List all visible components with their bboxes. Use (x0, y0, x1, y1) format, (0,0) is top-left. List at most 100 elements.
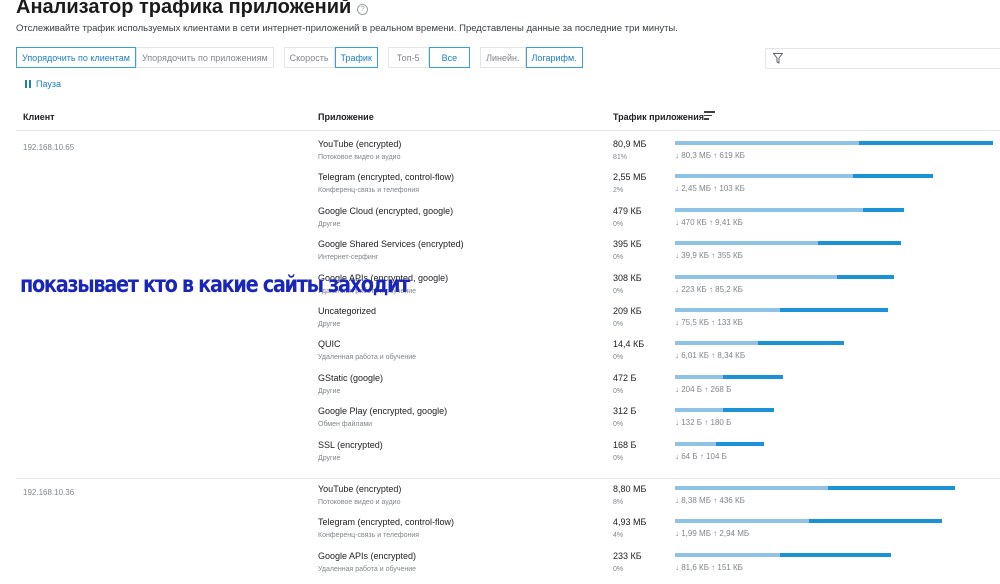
app-category: Другие (318, 321, 341, 328)
traffic-breakdown: ↓ 39,9 КБ ↑ 355 КБ (675, 251, 743, 260)
traffic-breakdown: ↓ 80,3 МБ ↑ 619 КБ (675, 151, 745, 160)
traffic-breakdown: ↓ 75,5 КБ ↑ 133 КБ (675, 318, 743, 327)
toolbar: Упорядочить по клиентам Упорядочить по п… (16, 47, 583, 68)
pause-button[interactable]: Пауза (25, 79, 61, 89)
traffic-value: 312 Б (613, 406, 637, 417)
sort-by-apps-button[interactable]: Упорядочить по приложениям (135, 47, 274, 68)
download-value: 6,01 КБ (681, 351, 709, 361)
download-bar-segment (675, 374, 723, 379)
app-name: QUIC (318, 339, 341, 350)
download-value: 75,5 КБ (681, 318, 709, 327)
app-name: Google Play (encrypted, google) (318, 406, 448, 417)
traffic-value: 472 Б (613, 372, 637, 383)
help-icon[interactable]: ? (357, 3, 369, 15)
header-app: Приложение (318, 112, 374, 122)
pause-label: Пауза (36, 79, 62, 89)
app-category: Другие (318, 454, 341, 462)
traffic-breakdown: ↓ 6,01 КБ ↑ 8,34 КБ (675, 351, 745, 360)
table-row[interactable]: Telegram (encrypted, control-flow) Конфер… (0, 172, 1000, 205)
table-row[interactable]: Google Cloud (encrypted, google) Другие 47… (0, 206, 1000, 239)
upload-value: 9,41 КБ (715, 217, 743, 227)
traffic-percent: 0% (613, 387, 624, 395)
traffic-breakdown: ↓ 132 Б ↑ 180 Б (675, 418, 731, 427)
table-row[interactable]: YouTube (encrypted) Потоковое видео и ауд… (0, 139, 1000, 172)
traffic-breakdown: ↓ 2,45 МБ ↑ 103 КБ (675, 184, 745, 193)
upload-value: 436 КБ (719, 496, 745, 505)
traffic-value: 308 КБ (613, 272, 642, 283)
download-bar-segment (675, 552, 780, 557)
upload-value: 619 КБ (719, 151, 745, 160)
app-category: Потоковое видео и аудио (318, 154, 401, 161)
app-name: Google Shared Services (encrypted) (318, 239, 464, 250)
header-traffic[interactable]: Трафик приложения (613, 112, 704, 122)
download-bar-segment (675, 174, 854, 179)
table-row[interactable]: GStatic (google) Другие 472 Б 0% ↓ 204 Б ↑ 2… (0, 373, 1000, 406)
upload-arrow-icon: ↑ (706, 284, 716, 294)
title-row: Анализатор трафика приложений ? (16, 0, 369, 20)
table-row[interactable]: YouTube (encrypted) Потоковое видео и ауд… (0, 484, 1000, 517)
traffic-bar (675, 552, 892, 557)
table-row[interactable]: SSL (encrypted) Другие 168 Б 0% ↓ 64 Б ↑ 104… (0, 440, 1000, 473)
linear-scale-button[interactable]: Линейн. (480, 47, 526, 68)
table-row[interactable]: Telegram (encrypted, control-flow) Конфер… (0, 517, 1000, 550)
upload-value: 268 Б (710, 384, 732, 394)
traffic-value: 80,9 МБ (613, 139, 647, 149)
traffic-bar (675, 374, 784, 379)
top5-button[interactable]: Топ-5 (387, 47, 429, 68)
table-row[interactable]: Google APIs (encrypted) Удаленная работа … (0, 551, 1000, 584)
download-bar-segment (675, 308, 780, 312)
sort-icon[interactable] (704, 111, 715, 120)
filter-input[interactable] (765, 48, 1000, 69)
download-value: 81,6 КБ (681, 562, 709, 572)
traffic-bar (675, 207, 904, 212)
table-row[interactable]: Google Play (encrypted, google) Обмен фай… (0, 406, 1000, 439)
traffic-button[interactable]: Трафик (334, 47, 378, 68)
download-value: 39,9 КБ (681, 251, 709, 261)
download-value: 80,3 МБ (681, 151, 711, 160)
download-value: 470 КБ (681, 217, 707, 227)
upload-value: 104 Б (706, 451, 727, 461)
traffic-percent: 2% (613, 187, 624, 195)
traffic-value: 395 КБ (613, 239, 642, 250)
table-row[interactable]: Uncategorized Другие 209 КБ 0% ↓ 75,5 КБ ↑ 1… (0, 306, 1000, 339)
download-value: 132 Б (681, 418, 703, 428)
traffic-percent: 8% (613, 499, 624, 506)
traffic-value: 14,4 КБ (613, 339, 645, 350)
all-button[interactable]: Все (428, 47, 471, 68)
traffic-value: 4,93 МБ (613, 517, 647, 528)
download-value: 204 Б (681, 384, 703, 394)
traffic-bar (675, 174, 933, 179)
app-name: Uncategorized (318, 306, 377, 316)
traffic-bar (675, 141, 993, 145)
download-bar-segment (675, 274, 838, 279)
download-bar-segment (675, 408, 723, 413)
table-row[interactable]: QUIC Удаленная работа и обучение 14,4 КБ 0%… (0, 339, 1000, 372)
traffic-percent: 0% (613, 565, 624, 573)
upload-value: 8,34 КБ (717, 351, 746, 361)
sort-by-clients-button[interactable]: Упорядочить по клиентам (16, 47, 136, 68)
upload-arrow-icon: ↑ (702, 418, 711, 428)
traffic-value: 2,55 МБ (613, 172, 647, 183)
download-value: 64 Б (681, 451, 698, 461)
app-name: YouTube (encrypted) (318, 139, 402, 149)
download-bar-segment (675, 486, 828, 490)
download-bar-segment (675, 207, 863, 212)
traffic-value: 233 КБ (613, 550, 642, 561)
traffic-breakdown: ↓ 204 Б ↑ 268 Б (675, 385, 731, 394)
upload-arrow-icon: ↑ (706, 217, 716, 227)
traffic-percent: 0% (613, 421, 624, 429)
traffic-percent: 0% (613, 220, 624, 228)
page-title: Анализатор трафика приложений (16, 0, 352, 18)
download-bar-segment (675, 141, 860, 145)
traffic-percent: 0% (613, 287, 624, 295)
app-category: Интернет-серфинг (318, 254, 379, 262)
upload-arrow-icon: ↑ (697, 451, 707, 461)
traffic-value: 8,80 МБ (613, 484, 647, 494)
speed-button[interactable]: Скорость (283, 47, 335, 68)
download-value: 2,45 МБ (681, 184, 711, 194)
traffic-value: 209 КБ (613, 306, 642, 316)
app-name: SSL (encrypted) (318, 439, 383, 450)
log-scale-button[interactable]: Логарифм. (525, 47, 583, 68)
table-row[interactable]: Google Shared Services (encrypted) Интерн… (0, 239, 1000, 272)
traffic-breakdown: ↓ 1,99 МБ ↑ 2,94 МБ (675, 529, 749, 538)
